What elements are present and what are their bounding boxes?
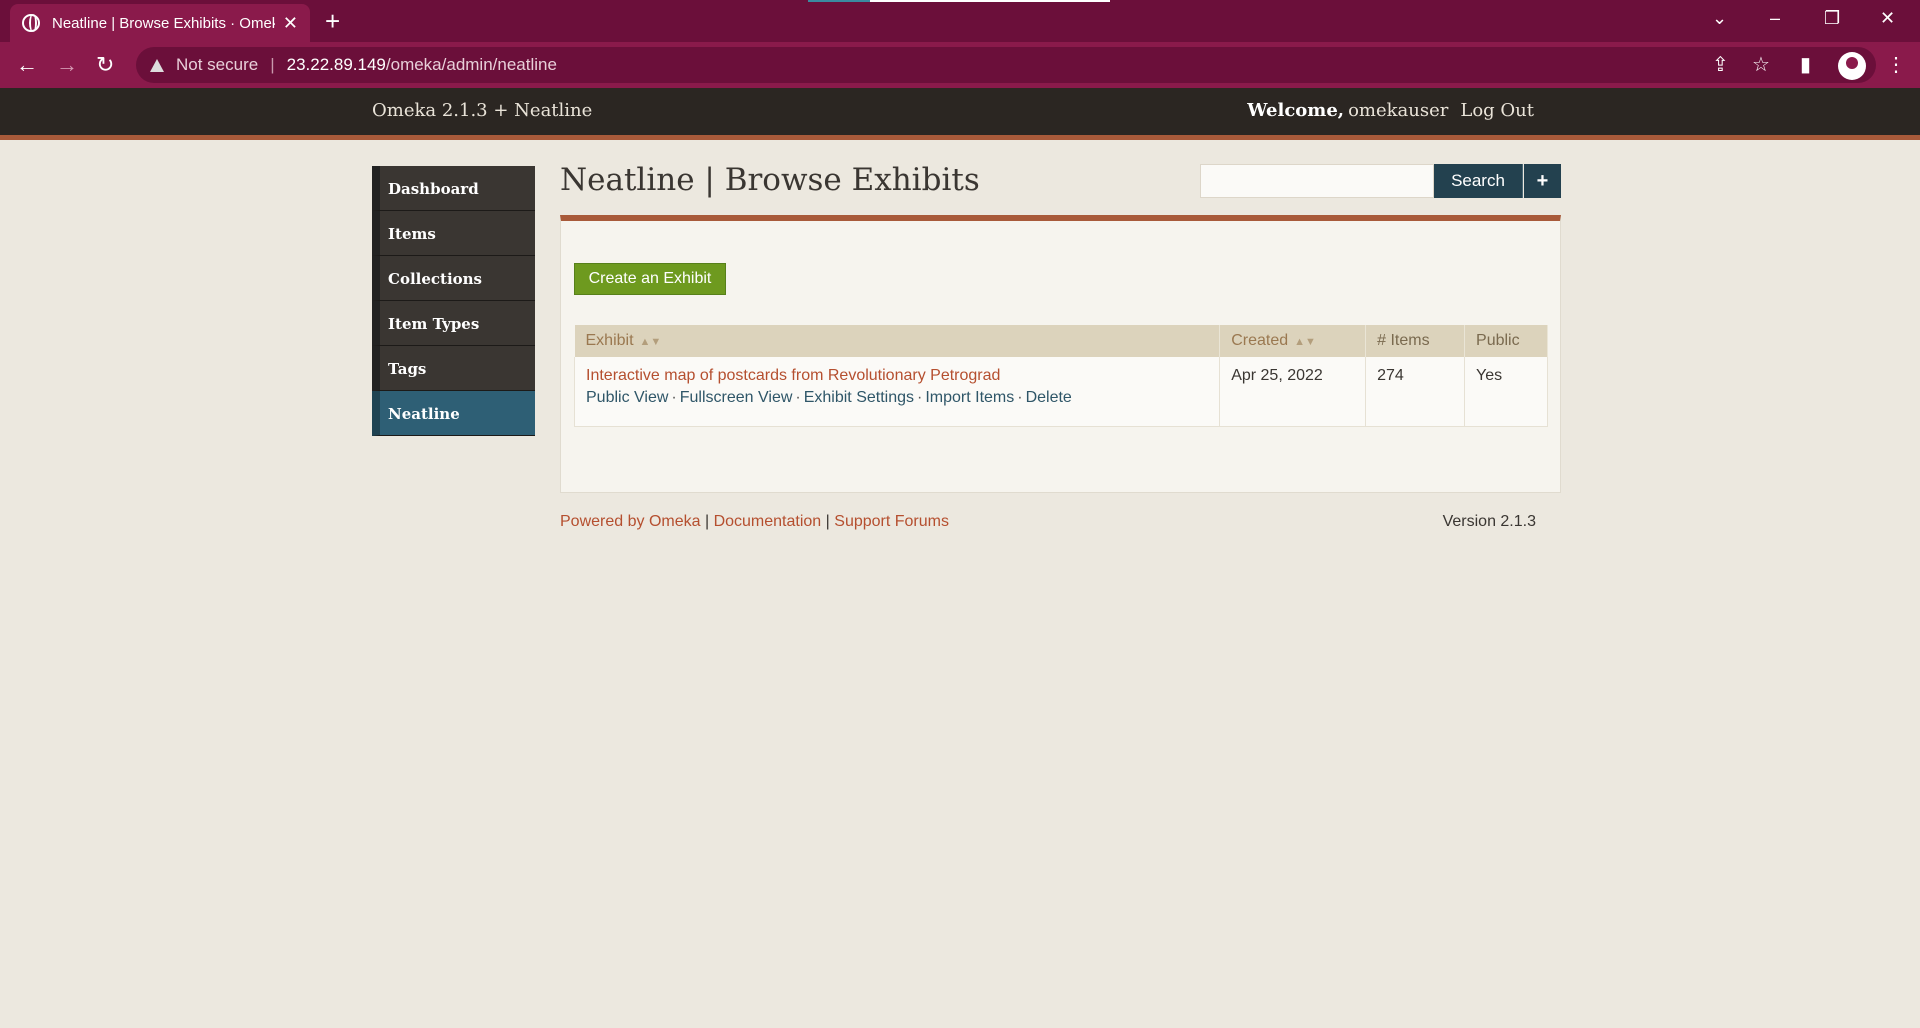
fullscreen-view-link[interactable]: Fullscreen View [680, 389, 793, 406]
username-link[interactable]: omekauser [1348, 100, 1448, 121]
logout-link[interactable]: Log Out [1460, 100, 1534, 121]
search-input[interactable] [1200, 164, 1434, 198]
column-header-public: Public [1464, 325, 1548, 357]
site-title[interactable]: Omeka 2.1.3 + Neatline [372, 100, 592, 121]
version-text: Version 2.1.3 [1442, 513, 1536, 530]
content-panel: Create an Exhibit Exhibit ▲▼ Created ▲▼ # … [560, 215, 1561, 493]
close-tab-icon[interactable]: ✕ [283, 13, 298, 34]
sidebar-item-items[interactable]: Items [372, 211, 535, 256]
back-icon[interactable]: ← [16, 50, 38, 80]
table-row: Interactive map of postcards from Revolu… [573, 357, 1548, 427]
exhibits-table: Exhibit ▲▼ Created ▲▼ # Items Public Inter… [573, 325, 1548, 427]
reload-icon[interactable]: ↻ [96, 50, 114, 80]
tab-strip-accent [808, 0, 1110, 2]
search-button[interactable]: Search [1434, 164, 1523, 198]
advanced-search-button[interactable]: + [1524, 164, 1561, 198]
bookmark-star-icon[interactable]: ☆ [1752, 52, 1770, 77]
documentation-link[interactable]: Documentation [714, 513, 822, 530]
address-bar[interactable]: Not secure | 23.22.89.149 /omeka/admin/n… [136, 47, 1876, 83]
exhibit-title-link[interactable]: Interactive map of postcards from Revolu… [586, 367, 1219, 385]
sidebar-item-tags[interactable]: Tags [372, 346, 535, 391]
sidebar-item-neatline[interactable]: Neatline [372, 391, 535, 436]
browser-tab-bar: Neatline | Browse Exhibits · Omek ✕ + ⌄ … [0, 0, 1920, 42]
welcome-area: Welcome, omekauser Log Out [1247, 100, 1534, 121]
action-separator: · [671, 389, 677, 406]
new-tab-icon[interactable]: + [325, 6, 340, 36]
warning-icon [150, 58, 164, 72]
profile-avatar-icon[interactable] [1838, 52, 1866, 80]
delete-link[interactable]: Delete [1026, 389, 1072, 406]
create-exhibit-button[interactable]: Create an Exhibit [574, 263, 726, 295]
powered-by-link[interactable]: Powered by Omeka [560, 513, 701, 530]
exhibit-cell: Interactive map of postcards from Revolu… [573, 357, 1221, 427]
address-separator: | [270, 55, 275, 74]
sidebar-item-dashboard[interactable]: Dashboard [372, 166, 535, 211]
sidebar-item-item-types[interactable]: Item Types [372, 301, 535, 346]
column-header-created[interactable]: Created ▲▼ [1219, 325, 1367, 357]
menu-icon[interactable]: ⋮ [1886, 52, 1906, 77]
sidebar-item-collections[interactable]: Collections [372, 256, 535, 301]
browser-tab[interactable]: Neatline | Browse Exhibits · Omek ✕ [10, 4, 310, 42]
action-separator: · [1017, 389, 1023, 406]
sort-icon: ▲▼ [1294, 336, 1316, 348]
security-status[interactable]: Not secure [176, 55, 258, 75]
column-header-exhibit[interactable]: Exhibit ▲▼ [574, 325, 1221, 357]
tab-search-icon[interactable]: ⌄ [1712, 8, 1727, 29]
created-cell: Apr 25, 2022 [1219, 357, 1367, 427]
action-separator: · [917, 389, 923, 406]
restore-icon[interactable]: ❐ [1824, 8, 1840, 29]
browser-toolbar: ← → ↻ Not secure | 23.22.89.149 /omeka/a… [0, 42, 1920, 88]
admin-sidebar: Dashboard Items Collections Item Types T… [372, 166, 535, 436]
column-header-items: # Items [1365, 325, 1466, 357]
exhibit-actions: Public View · Fullscreen View · Exhibit Sett… [586, 389, 1219, 407]
side-panel-icon[interactable]: ▮ [1800, 52, 1811, 77]
column-label: Exhibit [585, 332, 634, 349]
site-header: Omeka 2.1.3 + Neatline Welcome, omekauser… [0, 88, 1920, 140]
page-footer: Powered by Omeka | Documentation | Suppo… [560, 513, 1536, 531]
footer-separator: | [704, 513, 710, 530]
globe-icon [22, 14, 40, 32]
forward-icon[interactable]: → [56, 50, 78, 80]
minimize-icon[interactable]: – [1770, 8, 1780, 29]
exhibit-settings-link[interactable]: Exhibit Settings [804, 389, 914, 406]
url-path: /omeka/admin/neatline [385, 55, 557, 74]
column-label: Created [1231, 332, 1289, 349]
action-separator: · [795, 389, 801, 406]
sort-icon: ▲▼ [639, 336, 662, 348]
tab-title: Neatline | Browse Exhibits · Omek [52, 14, 275, 32]
footer-separator: | [825, 513, 830, 530]
share-icon[interactable]: ⇪ [1712, 52, 1729, 77]
url-host: 23.22.89.149 [286, 55, 386, 74]
items-count-cell: 274 [1365, 357, 1466, 427]
page-title: Neatline | Browse Exhibits [560, 162, 980, 198]
welcome-label: Welcome, [1247, 100, 1345, 121]
close-window-icon[interactable]: ✕ [1880, 8, 1895, 29]
support-forums-link[interactable]: Support Forums [834, 513, 949, 530]
public-cell: Yes [1464, 357, 1548, 427]
public-view-link[interactable]: Public View [586, 389, 668, 406]
import-items-link[interactable]: Import Items [925, 389, 1014, 406]
